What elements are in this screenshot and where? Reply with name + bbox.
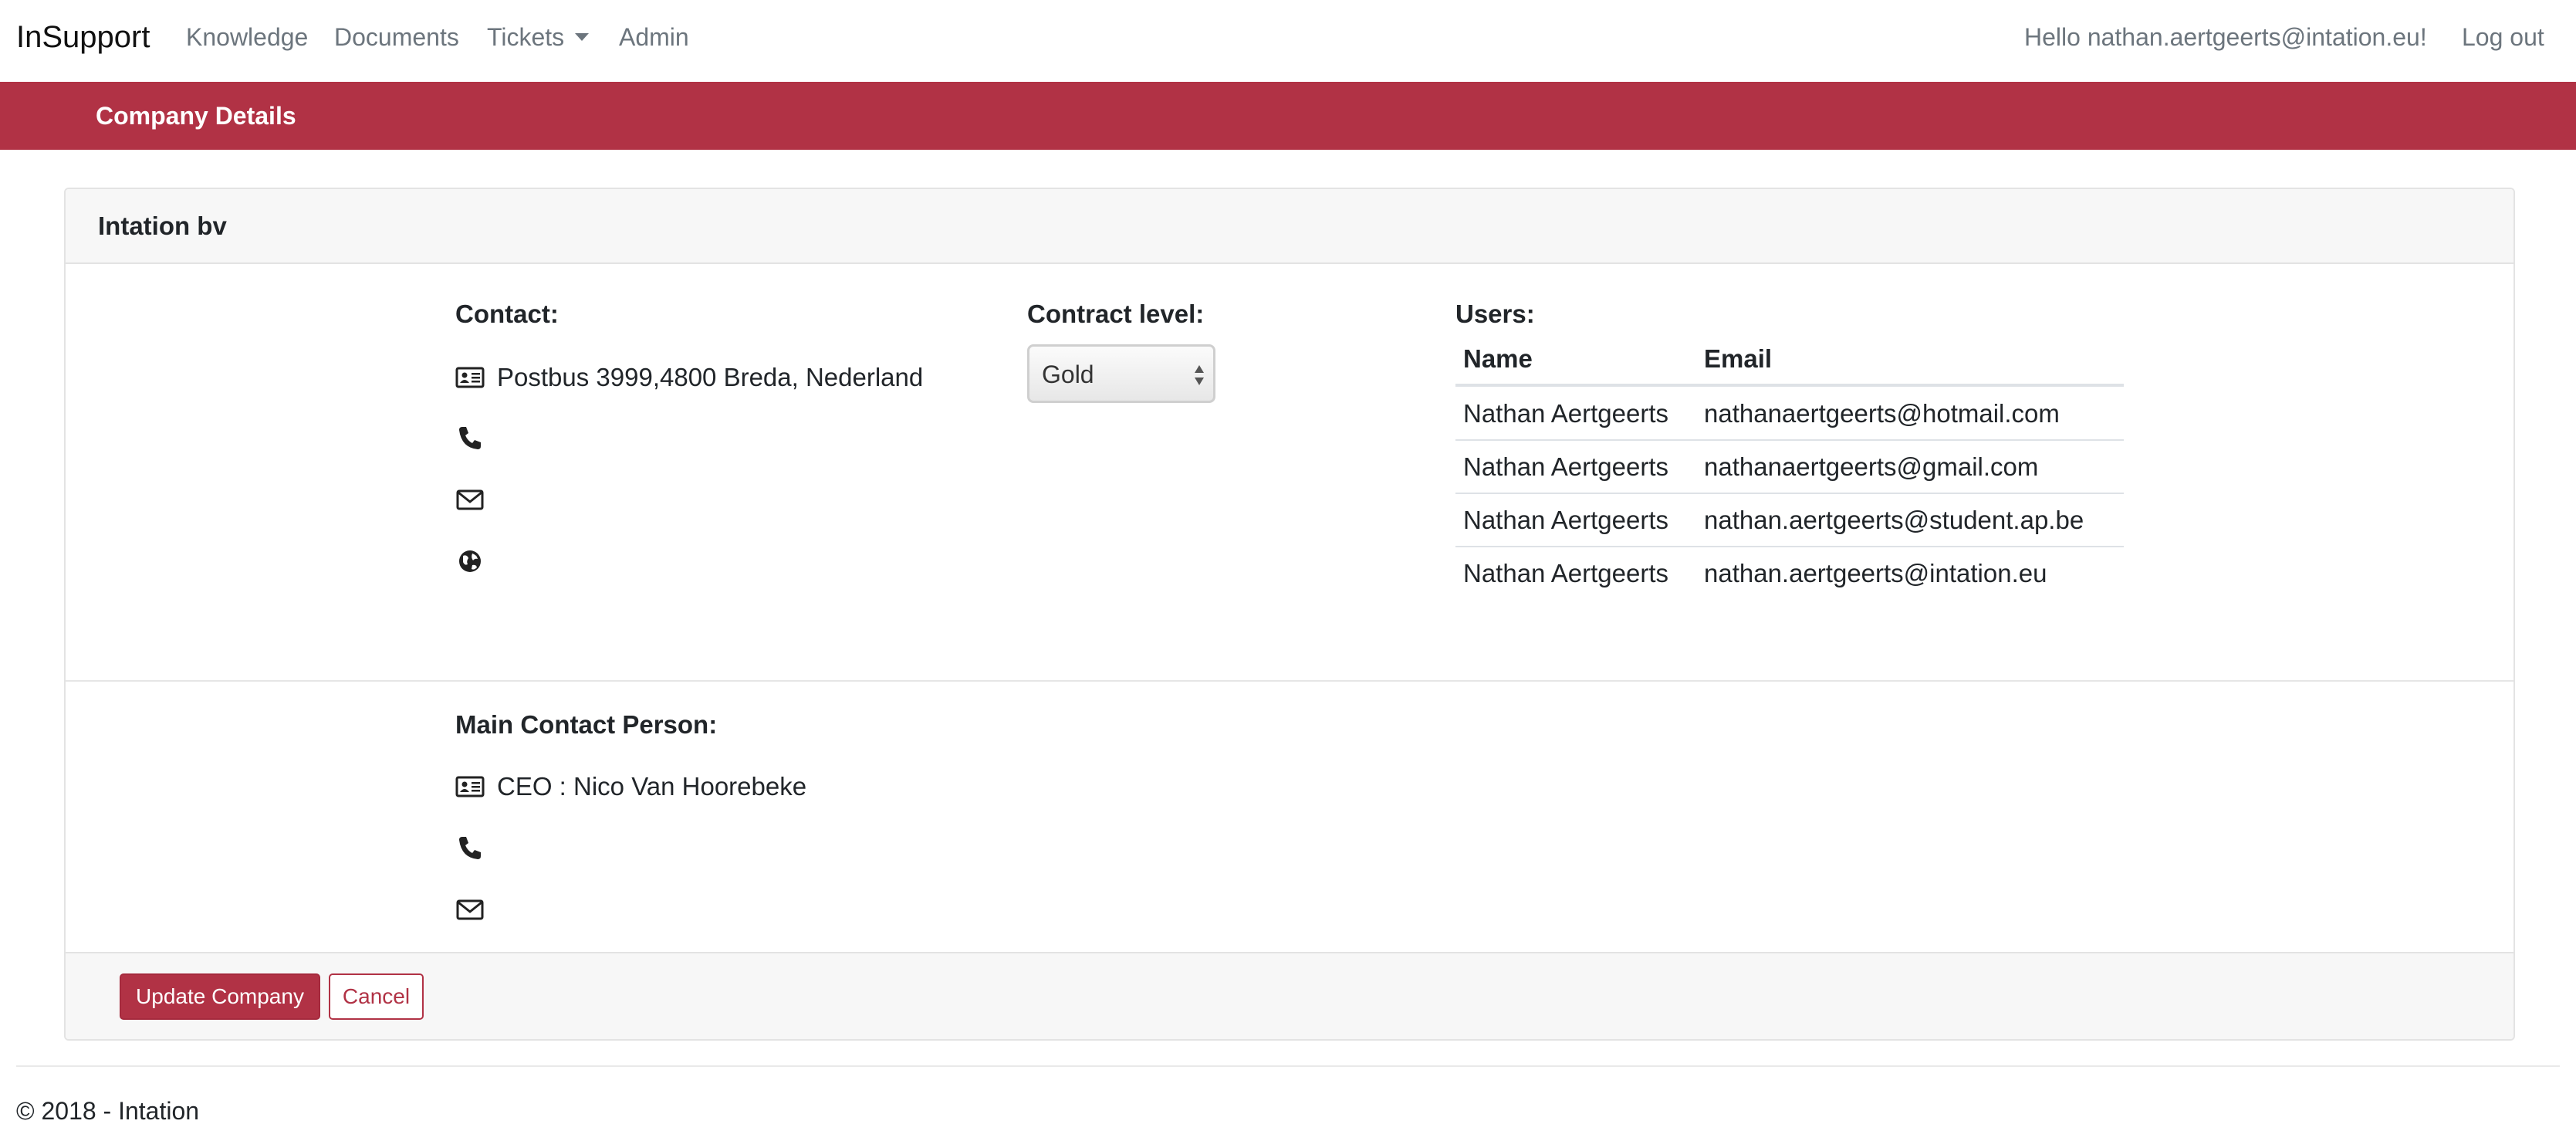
select-arrows-icon <box>1195 365 1204 385</box>
caret-down-icon <box>575 32 590 41</box>
row-divider <box>1455 546 2124 547</box>
update-company-button[interactable]: Update Company <box>120 973 320 1020</box>
copyright-text: © 2018 - Intation <box>16 1097 200 1125</box>
users-label: Users: <box>1455 300 1535 328</box>
user-name: Nathan Aertgeerts <box>1463 506 1668 534</box>
card-header: Intation bv <box>66 189 2513 264</box>
company-address: Postbus 3999,4800 Breda, Nederland <box>497 363 924 391</box>
top-navbar: InSupport Knowledge Documents Tickets Ad… <box>0 0 2576 82</box>
contract-level-label: Contract level: <box>1027 300 1205 328</box>
logout-link[interactable]: Log out <box>2462 22 2544 52</box>
contract-level-select[interactable]: Gold <box>1027 344 1215 403</box>
nav-admin[interactable]: Admin <box>619 22 689 52</box>
user-email: nathanaertgeerts@gmail.com <box>1704 452 2039 481</box>
footer-divider <box>16 1065 2560 1067</box>
user-email: nathan.aertgeerts@intation.eu <box>1704 559 2047 587</box>
page-title: Company Details <box>96 102 296 130</box>
envelope-icon[interactable] <box>455 485 485 514</box>
company-card: Intation bv Contact: Postbus 3999,4800 B… <box>64 188 2515 1041</box>
main-contact-label: Main Contact Person: <box>455 710 718 739</box>
phone-icon <box>459 837 481 859</box>
cancel-button[interactable]: Cancel <box>329 973 424 1020</box>
nav-documents[interactable]: Documents <box>334 22 459 52</box>
contact-label: Contact: <box>455 300 559 328</box>
globe-icon[interactable] <box>455 547 485 576</box>
user-greeting: Hello nathan.aertgeerts@intation.eu! <box>2024 23 2427 51</box>
page-banner: Company Details <box>0 82 2576 150</box>
nav-tickets-dropdown[interactable]: Tickets <box>487 22 590 52</box>
section-divider <box>66 680 2513 682</box>
user-name: Nathan Aertgeerts <box>1463 559 1668 587</box>
company-name: Intation bv <box>98 212 227 240</box>
user-name: Nathan Aertgeerts <box>1463 452 1668 481</box>
user-email: nathanaertgeerts@hotmail.com <box>1704 399 2060 428</box>
card-footer <box>66 952 2513 1039</box>
users-header-rule <box>1455 384 2124 387</box>
row-divider <box>1455 439 2124 441</box>
id-card-icon <box>455 367 485 388</box>
nav-knowledge[interactable]: Knowledge <box>186 22 308 52</box>
nav-tickets-label: Tickets <box>487 23 565 51</box>
envelope-icon[interactable] <box>455 895 485 924</box>
contract-level-value: Gold <box>1042 361 1094 388</box>
phone-icon <box>459 427 481 449</box>
id-card-icon <box>455 776 485 797</box>
brand-logo[interactable]: InSupport <box>16 17 150 57</box>
user-name: Nathan Aertgeerts <box>1463 399 1668 428</box>
users-header-email: Email <box>1704 344 1773 373</box>
row-divider <box>1455 493 2124 494</box>
main-contact-name: CEO : Nico Van Hoorebeke <box>497 772 807 801</box>
users-header-name: Name <box>1463 344 1533 373</box>
user-email: nathan.aertgeerts@student.ap.be <box>1704 506 2084 534</box>
